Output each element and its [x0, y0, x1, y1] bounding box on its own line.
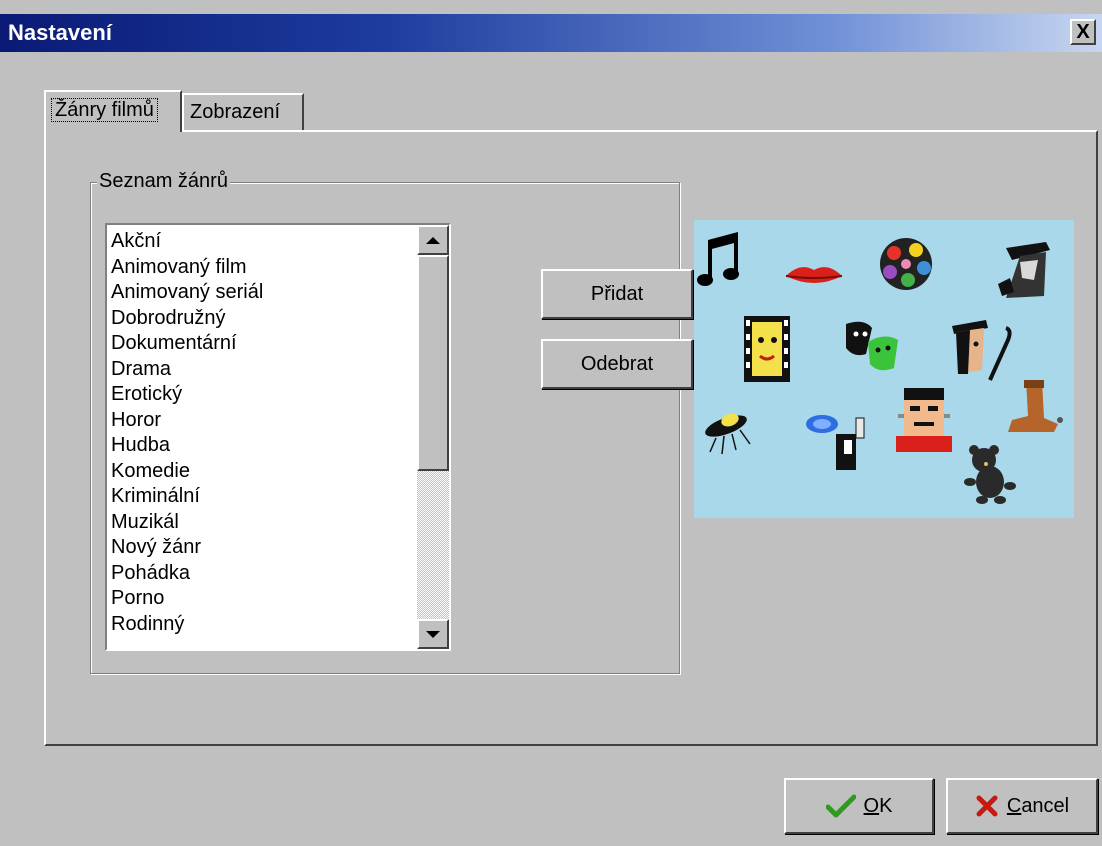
list-item[interactable]: Animovaný seriál — [111, 280, 409, 306]
ok-label: OK — [863, 794, 893, 817]
arrow-up-icon — [426, 236, 440, 244]
cowboy-boot-icon — [1008, 380, 1063, 432]
tab-genres[interactable]: Žánry filmů — [44, 90, 182, 132]
close-button[interactable]: X — [1070, 19, 1096, 45]
film-reel-icon — [880, 238, 932, 290]
tab-panel-genres: Seznam žánrů Akční Animovaný film Animov… — [44, 130, 1098, 746]
teddy-bear-icon — [964, 445, 1016, 504]
ok-button-content: OK — [825, 794, 893, 818]
list-item[interactable]: Dokumentární — [111, 331, 409, 357]
theater-masks-icon — [846, 321, 898, 371]
magician-icon — [806, 415, 865, 470]
window-title: Nastavení — [8, 20, 112, 45]
x-mark-icon — [976, 795, 998, 817]
tab-genres-label: Žánry filmů — [51, 98, 158, 122]
frankenstein-icon — [896, 388, 952, 452]
list-item[interactable]: Komedie — [111, 459, 409, 485]
genre-listbox[interactable]: Akční Animovaný film Animovaný seriál Do… — [105, 223, 451, 651]
genre-illustration — [694, 220, 1074, 518]
tab-display-label: Zobrazení — [190, 101, 281, 123]
lips-icon — [785, 267, 843, 283]
list-item[interactable]: Animovaný film — [111, 255, 409, 281]
scroll-up-button[interactable] — [417, 225, 449, 255]
cancel-button[interactable]: Cancel — [946, 778, 1098, 834]
list-item[interactable]: Erotický — [111, 382, 409, 408]
genre-list-items: Akční Animovaný film Animovaný seriál Do… — [111, 229, 409, 649]
remove-genre-label: Odebrat — [580, 352, 654, 375]
list-item[interactable]: Drama — [111, 357, 409, 383]
scroll-down-button[interactable] — [417, 619, 449, 649]
scroll-thumb[interactable] — [417, 255, 449, 471]
remove-genre-button[interactable]: Odebrat — [541, 339, 693, 389]
list-item[interactable]: Muzikál — [111, 510, 409, 536]
cancel-button-content: Cancel — [975, 794, 1069, 818]
list-item[interactable]: Rodinný — [111, 612, 409, 638]
detective-icon — [998, 242, 1050, 298]
list-item[interactable]: Dobrodružný — [111, 306, 409, 332]
genre-list-group: Seznam žánrů Akční Animovaný film Animov… — [90, 170, 693, 674]
list-item[interactable]: Akční — [111, 229, 409, 255]
add-genre-label: Přidat — [590, 282, 644, 305]
title-bar[interactable]: Nastavení X — [0, 14, 1102, 52]
list-item[interactable]: Kriminální — [111, 484, 409, 510]
arrow-down-icon — [426, 630, 440, 638]
ufo-icon — [705, 413, 751, 455]
cancel-label: Cancel — [1006, 794, 1070, 817]
music-note-icon — [697, 232, 739, 286]
ok-button[interactable]: OK — [784, 778, 934, 834]
genre-list-legend: Seznam žánrů — [97, 170, 230, 193]
list-item[interactable]: Pohádka — [111, 561, 409, 587]
checkmark-icon — [825, 794, 856, 818]
settings-window: Nastavení X Žánry filmů Zobrazení Seznam… — [0, 0, 1102, 846]
close-icon: X — [1076, 21, 1090, 43]
list-item[interactable]: Porno — [111, 586, 409, 612]
add-genre-button[interactable]: Přidat — [541, 269, 693, 319]
tab-display[interactable]: Zobrazení — [182, 93, 304, 130]
list-item[interactable]: Nový žánr — [111, 535, 409, 561]
list-item[interactable]: Hudba — [111, 433, 409, 459]
list-scrollbar[interactable] — [417, 225, 449, 649]
film-strip-face-icon — [744, 316, 790, 382]
list-item[interactable]: Horor — [111, 408, 409, 434]
villain-cane-icon — [952, 320, 1012, 381]
